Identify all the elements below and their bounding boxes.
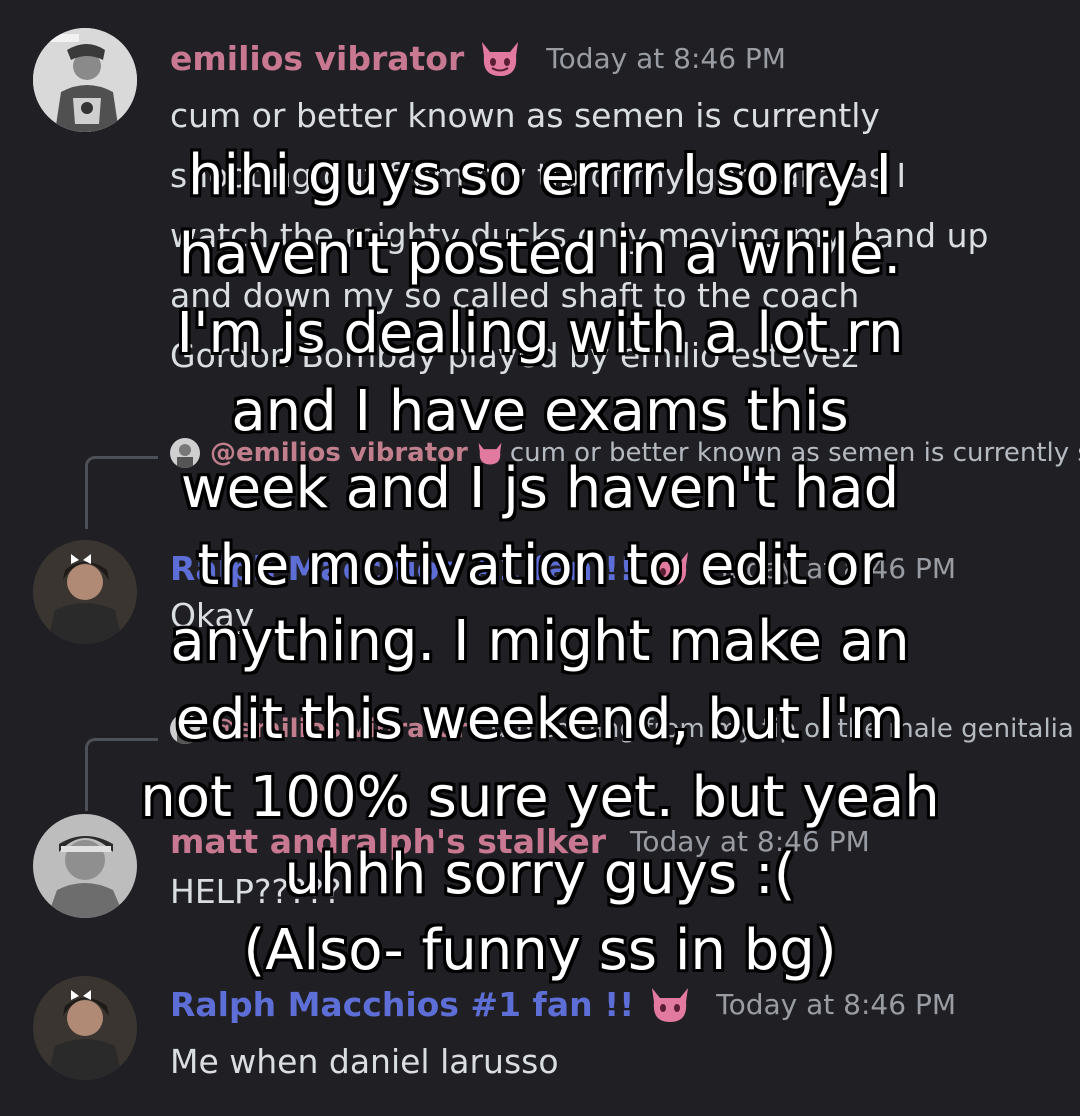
timestamp: Today at 8:46 PM (546, 41, 786, 75)
caption-line: anything. I might make an (170, 609, 910, 674)
reply-text: cum coming from my tip of the male genit… (475, 714, 1080, 744)
reply-avatar (170, 438, 200, 468)
message-body: HELP????? (170, 862, 342, 922)
message-line: Gordon Bombay played by emilio estevez (170, 336, 859, 375)
caption-line: not 100% sure yet. but yeah (140, 765, 940, 830)
reply-connector (85, 738, 158, 811)
caption-line: (Also- funny ss in bg) (243, 918, 837, 983)
reply-username[interactable]: @emilios vibrator (210, 438, 468, 468)
reply-connector (85, 456, 158, 529)
user-avatar-matt-stalker[interactable] (33, 814, 137, 918)
user-avatar-ralph-fan[interactable] (33, 976, 137, 1080)
chat-screen: emilios vibrator Today at 8:46 PM cum or… (0, 0, 1080, 1116)
devil-face-icon (648, 548, 692, 588)
caption-line: week and I js haven't had (180, 456, 900, 521)
message-line: Me when daniel larusso (170, 1042, 559, 1081)
message-line: cum or better known as semen is currentl… (170, 96, 880, 135)
timestamp: Today at 8:46 PM (716, 551, 956, 585)
message-body: Okay (170, 586, 254, 646)
username[interactable]: emilios vibrator (170, 39, 464, 78)
message-header: matt andralph's stalker Today at 8:46 PM (170, 822, 870, 861)
reply-text: cum or better known as semen is currentl… (509, 438, 1080, 468)
user-avatar-ralph-fan[interactable] (33, 540, 137, 644)
username[interactable]: Ralph Macchios #1 fan !! (170, 985, 634, 1024)
reply-avatar (170, 714, 200, 744)
message-line: and down my so called shaft to the coach (170, 276, 860, 315)
message-line: HELP????? (170, 872, 342, 911)
reply-preview[interactable]: @emilios vibrator cum or better known as… (170, 438, 1080, 468)
message-header: Ralph Macchios #1 fan !! Today at 8:46 P… (170, 548, 956, 588)
message-line: Okay (170, 596, 255, 635)
message-header: Ralph Macchios #1 fan !! Today at 8:46 P… (170, 984, 956, 1024)
timestamp: Today at 8:46 PM (716, 987, 956, 1021)
timestamp: Today at 8:46 PM (630, 825, 870, 858)
reply-preview[interactable]: @emilios vibrator cum coming from my tip… (170, 714, 1080, 744)
message-body: cum or better known as semen is currentl… (170, 86, 988, 386)
username[interactable]: Ralph Macchios #1 fan !! (170, 549, 634, 588)
devil-face-icon (648, 984, 692, 1024)
message-line: shooting out from my tip of my genitalia… (170, 156, 907, 195)
message-body: Me when daniel larusso (170, 1032, 559, 1092)
devil-face-icon (476, 440, 504, 466)
message-header: emilios vibrator Today at 8:46 PM (170, 38, 786, 78)
message-line: watch the mighty ducks only moving my ha… (170, 216, 989, 255)
devil-face-icon (478, 38, 522, 78)
user-avatar-emilios[interactable] (33, 28, 137, 132)
username[interactable]: matt andralph's stalker (170, 822, 606, 861)
reply-username[interactable]: @emilios vibrator (210, 714, 468, 744)
caption-line: and I have exams this (231, 379, 849, 444)
